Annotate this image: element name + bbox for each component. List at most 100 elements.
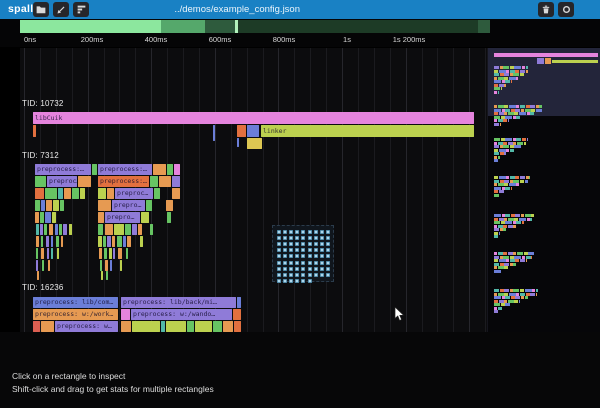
selection-grid-cell[interactable] xyxy=(295,230,299,234)
span-bar[interactable] xyxy=(51,236,53,247)
span-bar[interactable] xyxy=(154,188,160,199)
span-bar[interactable] xyxy=(166,200,173,211)
span-bar[interactable] xyxy=(223,321,233,332)
selection-grid-cell[interactable] xyxy=(308,230,312,234)
span-bar[interactable] xyxy=(35,212,39,223)
selection-grid-cell[interactable] xyxy=(314,261,318,265)
span-bar[interactable]: linker xyxy=(261,125,474,137)
minimap-thumb[interactable] xyxy=(494,214,534,239)
span-bar[interactable] xyxy=(64,188,71,199)
selection-grid-cell[interactable] xyxy=(301,273,305,277)
minimap-thumb[interactable] xyxy=(494,252,534,273)
selection-grid-cell[interactable] xyxy=(283,254,287,258)
span-bar[interactable] xyxy=(40,212,44,223)
selection-grid-cell[interactable] xyxy=(326,236,330,240)
span-bar[interactable] xyxy=(78,176,91,187)
span-bar[interactable] xyxy=(107,188,114,199)
minimap-thumb[interactable] xyxy=(494,138,528,163)
selection-grid-cell[interactable] xyxy=(289,279,293,283)
span-bar[interactable]: prepro… xyxy=(112,200,145,211)
span-bar[interactable] xyxy=(36,248,38,259)
span-bar[interactable]: preprocess:… xyxy=(98,164,152,175)
span-bar[interactable] xyxy=(127,236,131,247)
span-bar[interactable] xyxy=(195,321,212,332)
trace-overview-strip[interactable] xyxy=(0,19,600,34)
span-bar[interactable] xyxy=(80,188,85,199)
selection-grid-cell[interactable] xyxy=(320,248,324,252)
minimap-thumb[interactable] xyxy=(494,105,542,126)
selection-grid-cell[interactable] xyxy=(289,267,293,271)
open-file-button[interactable] xyxy=(33,2,49,17)
span-bar[interactable] xyxy=(237,138,239,147)
span-bar[interactable] xyxy=(69,224,72,235)
selection-grid-cell[interactable] xyxy=(314,254,318,258)
span-bar[interactable] xyxy=(103,236,106,247)
selection-grid-cell[interactable] xyxy=(301,248,305,252)
span-bar[interactable] xyxy=(161,321,165,332)
selection-grid-cell[interactable] xyxy=(277,230,281,234)
selection-grid-cell[interactable] xyxy=(289,261,293,265)
selection-grid-cell[interactable] xyxy=(314,230,318,234)
span-bar[interactable] xyxy=(35,200,40,211)
span-bar[interactable] xyxy=(120,260,122,271)
span-bar[interactable] xyxy=(98,200,111,211)
span-bar[interactable] xyxy=(106,271,108,280)
selection-grid-cell[interactable] xyxy=(326,267,330,271)
span-bar[interactable] xyxy=(167,212,171,223)
selection-grid-cell[interactable] xyxy=(277,261,281,265)
selection-grid-cell[interactable] xyxy=(295,279,299,283)
selection-grid-cell[interactable] xyxy=(283,267,287,271)
selection-grid-cell[interactable] xyxy=(314,236,318,240)
span-bar[interactable] xyxy=(125,224,131,235)
span-bar[interactable]: preprocess: w:/work… xyxy=(33,309,118,320)
selection-grid-cell[interactable] xyxy=(277,248,281,252)
span-bar[interactable] xyxy=(53,200,59,211)
span-bar[interactable]: preprocess: lib/com… xyxy=(33,297,118,308)
span-bar[interactable] xyxy=(187,321,194,332)
settings-button[interactable] xyxy=(558,2,574,17)
span-bar[interactable] xyxy=(153,164,166,175)
span-bar[interactable]: preprocess: lib/back/mi… xyxy=(121,297,236,308)
span-bar[interactable] xyxy=(150,176,158,187)
span-bar[interactable] xyxy=(132,321,160,332)
selection-grid-cell[interactable] xyxy=(308,236,312,240)
span-bar[interactable] xyxy=(41,321,54,332)
selection-grid-cell[interactable] xyxy=(301,261,305,265)
span-bar[interactable] xyxy=(41,236,43,247)
span-bar[interactable] xyxy=(138,224,142,235)
span-bar[interactable] xyxy=(132,224,137,235)
selection-grid-cell[interactable] xyxy=(320,236,324,240)
selection-grid-cell[interactable] xyxy=(289,254,293,258)
span-bar[interactable] xyxy=(61,236,63,247)
span-bar[interactable] xyxy=(98,212,104,223)
span-bar[interactable] xyxy=(41,200,45,211)
span-bar[interactable] xyxy=(72,188,79,199)
span-bar[interactable] xyxy=(46,200,52,211)
span-bar[interactable] xyxy=(33,125,36,137)
span-bar[interactable] xyxy=(63,224,67,235)
span-bar[interactable] xyxy=(35,188,44,199)
span-bar[interactable] xyxy=(121,321,131,332)
span-bar[interactable] xyxy=(45,212,51,223)
span-bar[interactable] xyxy=(41,248,44,259)
span-bar[interactable] xyxy=(233,309,241,320)
span-bar[interactable] xyxy=(56,236,59,247)
span-bar[interactable] xyxy=(46,236,49,247)
minimap-thumb[interactable] xyxy=(494,176,530,197)
selection-grid-cell[interactable] xyxy=(289,242,293,246)
span-bar[interactable] xyxy=(166,321,186,332)
selection-grid-cell[interactable] xyxy=(283,236,287,240)
span-bar[interactable] xyxy=(150,224,153,235)
selection-grid-cell[interactable] xyxy=(295,273,299,277)
span-bar[interactable]: prepro… xyxy=(105,212,140,223)
selection-grid-cell[interactable] xyxy=(277,242,281,246)
span-bar[interactable] xyxy=(98,224,103,235)
span-bar[interactable]: preproc… xyxy=(115,188,153,199)
span-bar[interactable] xyxy=(98,188,106,199)
span-bar[interactable] xyxy=(114,224,124,235)
span-bar[interactable] xyxy=(52,212,56,223)
span-bar[interactable] xyxy=(237,297,241,308)
span-bar[interactable] xyxy=(47,248,49,259)
edit-button[interactable] xyxy=(53,2,69,17)
selection-grid-cell[interactable] xyxy=(295,254,299,258)
